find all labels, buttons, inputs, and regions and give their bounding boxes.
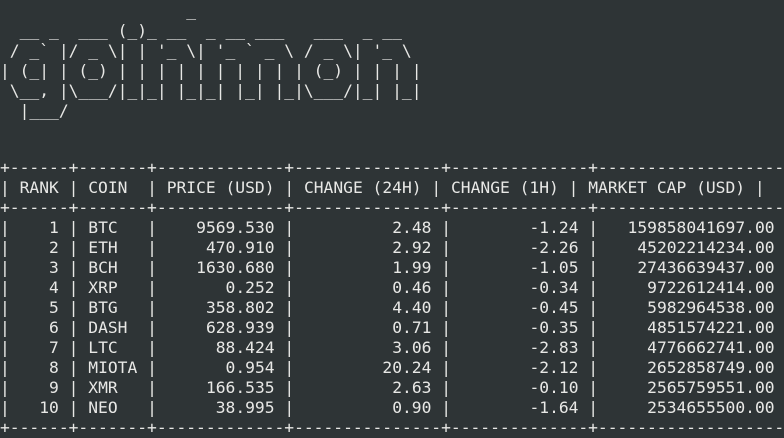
cell-rank: 4 xyxy=(49,278,59,297)
logo-line: | (_| | (_) | | | | | | | | | | (_) | | … xyxy=(0,61,422,80)
cell-market-cap: 9722612414.00 xyxy=(647,278,775,297)
table-border-header: +------+-------+-------------+----------… xyxy=(0,198,784,217)
table-row: | 3 | BCH | 1630.680 | 1.99 | -1.05 | 27… xyxy=(0,258,775,277)
cell-change-24h: 20.24 xyxy=(382,358,432,377)
goinmon-ascii-logo: _ __ _ ___ (_)_ __ _ __ ___ ___ _ __ / _… xyxy=(0,1,422,123)
cell-change-1h: -0.34 xyxy=(529,278,579,297)
cell-change-24h: 1.99 xyxy=(392,258,432,277)
cell-market-cap: 27436639437.00 xyxy=(637,258,775,277)
cell-rank: 7 xyxy=(49,338,59,357)
cell-coin: MIOTA xyxy=(88,358,138,377)
cell-coin: LTC xyxy=(88,338,118,357)
cell-market-cap: 5982964538.00 xyxy=(647,298,775,317)
terminal-window[interactable]: _ __ _ ___ (_)_ __ _ __ ___ ___ _ __ / _… xyxy=(0,0,784,438)
cell-coin: ETH xyxy=(88,238,118,257)
cell-coin: XMR xyxy=(88,378,118,397)
cell-price: 9569.530 xyxy=(196,218,275,237)
cell-coin: NEO xyxy=(88,398,118,417)
column-header-coin: COIN xyxy=(88,178,128,197)
cell-change-24h: 2.92 xyxy=(392,238,432,257)
cell-rank: 5 xyxy=(49,298,59,317)
table-row: | 2 | ETH | 470.910 | 2.92 | -2.26 | 452… xyxy=(0,238,775,257)
column-header-price: PRICE (USD) xyxy=(166,178,275,197)
cell-price: 0.252 xyxy=(225,278,275,297)
cell-market-cap: 2534655500.00 xyxy=(647,398,775,417)
logo-line: / _` |/ _ \| | '_ \| '_ ` _ \ / _ \| '_ … xyxy=(0,41,412,60)
cell-change-24h: 0.71 xyxy=(392,318,432,337)
cell-change-1h: -0.45 xyxy=(529,298,579,317)
cell-change-1h: -0.10 xyxy=(529,378,579,397)
table-header-row: | RANK | COIN | PRICE (USD) | CHANGE (24… xyxy=(0,178,765,197)
cell-price: 470.910 xyxy=(205,238,275,257)
logo-line: |___/ xyxy=(0,101,69,120)
table-row: | 8 | MIOTA | 0.954 | 20.24 | -2.12 | 26… xyxy=(0,358,775,377)
cell-market-cap: 45202214234.00 xyxy=(637,238,775,257)
cell-change-1h: -1.05 xyxy=(529,258,579,277)
table-border-bottom: +------+-------+-------------+----------… xyxy=(0,418,784,437)
cell-change-1h: -0.35 xyxy=(529,318,579,337)
cell-price: 0.954 xyxy=(225,358,275,377)
cell-price: 38.995 xyxy=(215,398,275,417)
table-row: | 1 | BTC | 9569.530 | 2.48 | -1.24 | 15… xyxy=(0,218,775,237)
column-header-change-24h: CHANGE (24H) xyxy=(303,178,422,197)
cell-coin: BCH xyxy=(88,258,118,277)
cell-market-cap: 2565759551.00 xyxy=(647,378,775,397)
cell-change-1h: -1.64 xyxy=(529,398,579,417)
cell-rank: 10 xyxy=(39,398,59,417)
cell-change-1h: -2.83 xyxy=(529,338,579,357)
cell-coin: BTG xyxy=(88,298,118,317)
cell-market-cap: 4851574221.00 xyxy=(647,318,775,337)
cell-market-cap: 159858041697.00 xyxy=(627,218,775,237)
logo-line: __ _ ___ (_)_ __ _ __ ___ ___ _ __ xyxy=(0,21,402,40)
cell-rank: 2 xyxy=(49,238,59,257)
cell-change-24h: 2.48 xyxy=(392,218,432,237)
cell-market-cap: 4776662741.00 xyxy=(647,338,775,357)
cell-market-cap: 2652858749.00 xyxy=(647,358,775,377)
table-row: | 7 | LTC | 88.424 | 3.06 | -2.83 | 4776… xyxy=(0,338,775,357)
cell-rank: 9 xyxy=(49,378,59,397)
cell-coin: BTC xyxy=(88,218,118,237)
table-border-top: +------+-------+-------------+----------… xyxy=(0,158,784,177)
column-header-change-1h: CHANGE (1H) xyxy=(451,178,559,197)
logo-line: _ xyxy=(0,1,197,20)
column-header-rank: RANK xyxy=(19,178,59,197)
cell-coin: XRP xyxy=(88,278,118,297)
cell-change-24h: 4.40 xyxy=(392,298,432,317)
coin-price-table: +------+-------+-------------+----------… xyxy=(0,158,784,438)
table-row: | 4 | XRP | 0.252 | 0.46 | -0.34 | 97226… xyxy=(0,278,775,297)
cell-change-24h: 0.90 xyxy=(392,398,432,417)
table-row: | 5 | BTG | 358.802 | 4.40 | -0.45 | 598… xyxy=(0,298,775,317)
cell-rank: 8 xyxy=(49,358,59,377)
cell-price: 88.424 xyxy=(215,338,275,357)
table-row: | 10 | NEO | 38.995 | 0.90 | -1.64 | 253… xyxy=(0,398,775,417)
cell-change-1h: -1.24 xyxy=(529,218,579,237)
cell-price: 1630.680 xyxy=(196,258,275,277)
cell-price: 358.802 xyxy=(205,298,275,317)
cell-price: 628.939 xyxy=(205,318,275,337)
cell-rank: 1 xyxy=(49,218,59,237)
cell-rank: 3 xyxy=(49,258,59,277)
cell-price: 166.535 xyxy=(205,378,275,397)
cell-change-24h: 3.06 xyxy=(392,338,432,357)
column-header-market-cap: MARKET CAP (USD) xyxy=(588,178,746,197)
cell-change-24h: 2.63 xyxy=(392,378,432,397)
cell-rank: 6 xyxy=(49,318,59,337)
cell-coin: DASH xyxy=(88,318,128,337)
table-row: | 6 | DASH | 628.939 | 0.71 | -0.35 | 48… xyxy=(0,318,775,337)
cell-change-1h: -2.12 xyxy=(529,358,579,377)
cell-change-1h: -2.26 xyxy=(529,238,579,257)
cell-change-24h: 0.46 xyxy=(392,278,432,297)
logo-line: \__, |\___/|_|_| |_|_| |_| |_|\___/|_| |… xyxy=(0,81,422,100)
table-row: | 9 | XMR | 166.535 | 2.63 | -0.10 | 256… xyxy=(0,378,775,397)
